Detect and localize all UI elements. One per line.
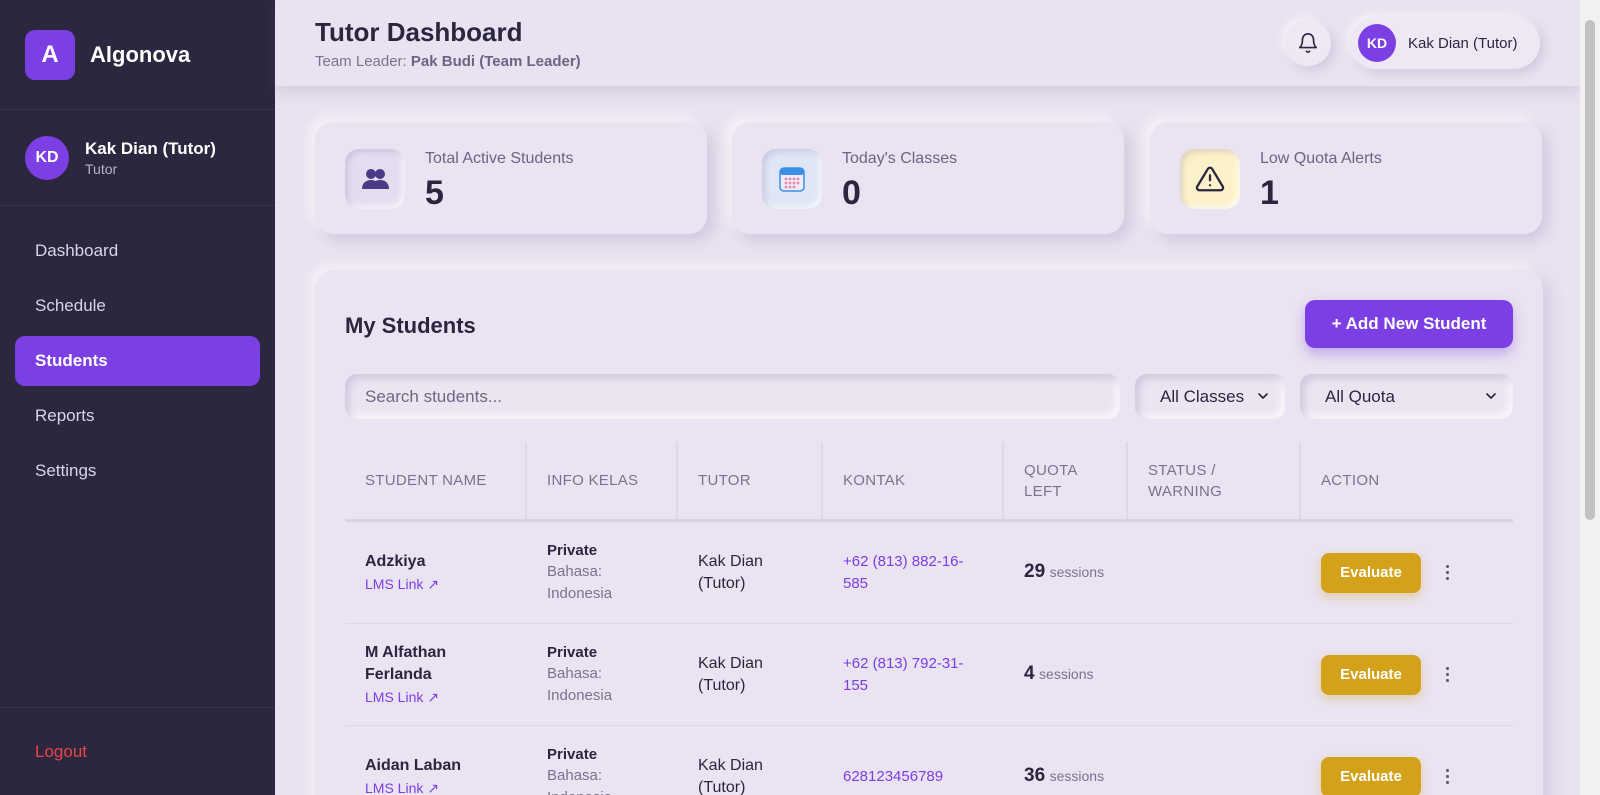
page-scrollbar[interactable] — [1580, 0, 1600, 795]
class-language: Bahasa: Indonesia — [547, 562, 613, 602]
quota-filter-value: All Quota — [1325, 386, 1395, 406]
students-table: STUDENT NAME INFO KELAS TUTOR KONTAK QUO… — [345, 442, 1513, 795]
quota-filter-select[interactable]: All Quota — [1300, 374, 1513, 419]
more-options-icon[interactable] — [1446, 769, 1449, 784]
warning-icon — [1180, 149, 1240, 209]
contact-phone[interactable]: +62 (813) 882-16-585 — [843, 551, 983, 595]
students-panel: My Students + Add New Student Search stu… — [315, 270, 1543, 795]
logout-section: Logout — [0, 707, 275, 795]
stat-label: Total Active Students — [425, 150, 574, 167]
chevron-down-icon — [1258, 393, 1268, 399]
add-student-button[interactable]: + Add New Student — [1305, 300, 1513, 348]
sidebar-user-name: Kak Dian (Tutor) — [85, 138, 216, 158]
team-leader-subtitle: Team Leader: Pak Budi (Team Leader) — [315, 53, 581, 70]
panel-title: My Students — [345, 313, 476, 338]
bell-icon — [1298, 33, 1318, 53]
quota-unit: sessions — [1049, 564, 1105, 580]
stat-value: 1 — [1260, 174, 1279, 212]
lms-link[interactable]: LMS Link ↗ — [365, 777, 527, 795]
chevron-down-icon — [1486, 393, 1496, 399]
avatar: KD — [25, 135, 69, 180]
stat-card-low-quota: Low Quota Alerts 1 — [1150, 122, 1542, 234]
sidebar-item-reports[interactable]: Reports — [15, 391, 260, 441]
student-name: Adzkiya — [365, 552, 426, 570]
sidebar-user: KD Kak Dian (Tutor) Tutor — [0, 110, 275, 206]
table-row: Adzkiya LMS Link ↗ Private Bahasa: Indon… — [345, 522, 1513, 624]
column-header[interactable]: KONTAK — [823, 442, 1004, 519]
search-input[interactable]: Search students... — [345, 374, 1120, 419]
column-header[interactable]: STUDENT NAME — [345, 442, 527, 519]
stat-value: 5 — [425, 174, 444, 212]
avatar: KD — [1358, 24, 1396, 62]
lms-link[interactable]: LMS Link ↗ — [365, 686, 527, 708]
contact-phone[interactable]: 628123456789 — [843, 766, 983, 788]
user-menu[interactable]: KD Kak Dian (Tutor) — [1350, 17, 1540, 69]
scrollbar-thumb[interactable] — [1585, 20, 1595, 520]
sidebar-item-dashboard[interactable]: Dashboard — [15, 226, 260, 276]
student-name: M Alfathan Ferlanda — [365, 643, 447, 683]
team-leader-label: Team Leader: — [315, 53, 407, 70]
quota-count: 4 — [1024, 663, 1035, 684]
column-header[interactable]: ACTION — [1301, 442, 1513, 519]
stat-card-active-students: Total Active Students 5 — [315, 122, 707, 234]
class-language: Bahasa: Indonesia — [547, 766, 612, 795]
class-type: Private — [547, 643, 598, 661]
class-language: Bahasa: Indonesia — [547, 664, 613, 704]
column-header[interactable]: QUOTA LEFT — [1004, 442, 1128, 519]
sidebar-item-students[interactable]: Students — [15, 336, 260, 386]
column-header[interactable]: STATUS / WARNING — [1128, 442, 1301, 519]
calendar-icon — [762, 149, 822, 209]
more-options-icon[interactable] — [1446, 565, 1449, 580]
evaluate-button[interactable]: Evaluate — [1321, 756, 1421, 795]
user-menu-name: Kak Dian (Tutor) — [1408, 34, 1518, 52]
sidebar-nav: Dashboard Schedule Students Reports Sett… — [0, 206, 275, 496]
tutor-name: Kak Dian (Tutor) — [698, 756, 763, 795]
quota-count: 36 — [1024, 765, 1046, 786]
tutor-name: Kak Dian (Tutor) — [698, 654, 763, 694]
quota-count: 29 — [1024, 561, 1046, 582]
table-row: Aidan Laban LMS Link ↗ Private Bahasa: I… — [345, 726, 1513, 795]
evaluate-button[interactable]: Evaluate — [1321, 654, 1421, 695]
top-header: Tutor Dashboard Team Leader: Pak Budi (T… — [275, 0, 1580, 86]
contact-phone[interactable]: +62 (813) 792-31-155 — [843, 653, 983, 697]
class-filter-value: All Classes — [1160, 386, 1245, 406]
class-type: Private — [547, 541, 598, 559]
page-title: Tutor Dashboard — [315, 17, 523, 47]
evaluate-button[interactable]: Evaluate — [1321, 552, 1421, 593]
quota-unit: sessions — [1049, 768, 1105, 784]
class-type: Private — [547, 745, 598, 763]
sidebar-user-role: Tutor — [85, 160, 118, 177]
column-header[interactable]: INFO KELAS — [527, 442, 678, 519]
lms-link[interactable]: LMS Link ↗ — [365, 573, 527, 595]
more-options-icon[interactable] — [1446, 667, 1449, 682]
stat-card-todays-classes: Today's Classes 0 — [732, 122, 1124, 234]
class-filter-select[interactable]: All Classes — [1135, 374, 1285, 419]
users-icon — [345, 149, 405, 209]
brand-name: Algonova — [90, 41, 191, 67]
sidebar: A Algonova KD Kak Dian (Tutor) Tutor Das… — [0, 0, 275, 795]
team-leader-name: Pak Budi (Team Leader) — [410, 53, 581, 70]
sidebar-item-settings[interactable]: Settings — [15, 446, 260, 496]
stat-value: 0 — [842, 174, 861, 212]
stat-label: Low Quota Alerts — [1260, 150, 1382, 167]
sidebar-item-schedule[interactable]: Schedule — [15, 281, 260, 331]
student-name: Aidan Laban — [365, 756, 462, 774]
logout-link[interactable]: Logout — [35, 742, 87, 762]
table-row: M Alfathan Ferlanda LMS Link ↗ Private B… — [345, 624, 1513, 726]
stat-label: Today's Classes — [842, 150, 958, 167]
table-header: STUDENT NAME INFO KELAS TUTOR KONTAK QUO… — [345, 442, 1513, 522]
brand: A Algonova — [0, 0, 275, 110]
notifications-button[interactable] — [1285, 20, 1331, 66]
brand-logo[interactable]: A — [25, 29, 75, 80]
tutor-name: Kak Dian (Tutor) — [698, 552, 763, 592]
column-header[interactable]: TUTOR — [678, 442, 823, 519]
quota-unit: sessions — [1039, 666, 1094, 682]
